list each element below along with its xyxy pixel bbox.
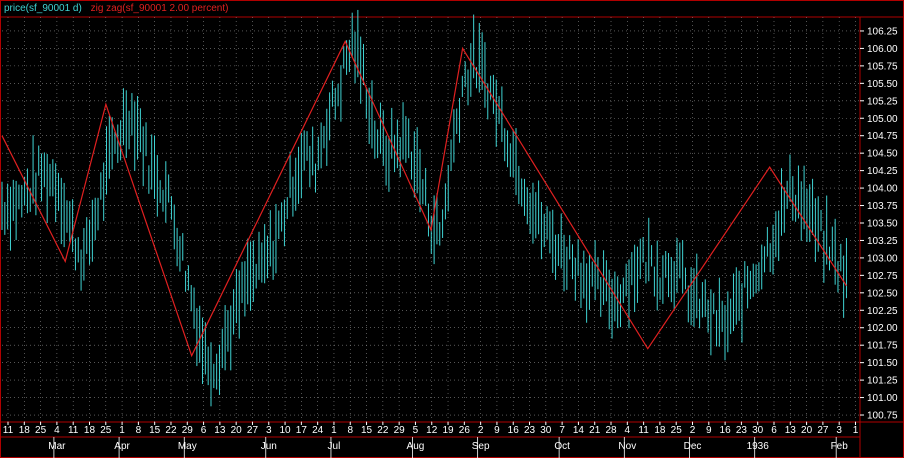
x-tick-label: 30	[540, 425, 552, 436]
x-tick-label: 26	[459, 425, 471, 436]
y-tick-label: 102.00	[867, 323, 898, 334]
x-tick-label: 13	[214, 425, 226, 436]
x-tick-label: 4	[625, 425, 631, 436]
x-tick-label: 3	[266, 425, 272, 436]
y-tick-label: 101.50	[867, 358, 898, 369]
month-label: Aug	[407, 441, 425, 452]
x-tick-label: 5	[413, 425, 419, 436]
x-tick-label: 16	[508, 425, 520, 436]
month-label: Apr	[114, 441, 130, 452]
x-tick-label: 13	[785, 425, 797, 436]
x-tick-label: 6	[771, 425, 777, 436]
y-tick-label: 102.50	[867, 288, 898, 299]
x-tick-label: 1	[119, 425, 125, 436]
x-tick-label: 29	[182, 425, 194, 436]
y-tick-label: 103.50	[867, 218, 898, 229]
y-tick-label: 102.25	[867, 306, 898, 317]
x-tick-label: 8	[347, 425, 353, 436]
month-label: Oct	[554, 441, 570, 452]
y-tick-label: 104.25	[867, 166, 898, 177]
x-tick-label: 22	[165, 425, 177, 436]
legend-price: price(sf_90001 d)	[4, 3, 82, 14]
month-label: 1936	[747, 441, 770, 452]
x-tick-label: 18	[654, 425, 666, 436]
legend-zigzag: zig zag(sf_90001 2.00 percent)	[90, 3, 229, 14]
y-tick-label: 101.75	[867, 341, 898, 352]
x-tick-label: 11	[638, 425, 649, 436]
y-tick-label: 104.75	[867, 131, 898, 142]
y-tick-label: 106.00	[867, 44, 898, 55]
month-label: Nov	[618, 441, 636, 452]
y-tick-label: 101.25	[867, 376, 898, 387]
x-tick-label: 14	[573, 425, 585, 436]
x-tick-label: 20	[801, 425, 813, 436]
y-tick-label: 104.50	[867, 149, 898, 160]
y-tick-label: 105.75	[867, 61, 898, 72]
x-tick-label: 3	[836, 425, 842, 436]
x-tick-label: 15	[149, 425, 161, 436]
x-tick-label: 8	[136, 425, 142, 436]
month-label: Sep	[472, 441, 490, 452]
x-tick-label: 18	[84, 425, 96, 436]
x-tick-label: 12	[426, 425, 438, 436]
x-tick-label: 28	[605, 425, 617, 436]
x-tick-label: 19	[442, 425, 454, 436]
x-tick-label: 11	[3, 425, 14, 436]
x-tick-label: 27	[817, 425, 829, 436]
x-tick-label: 22	[377, 425, 389, 436]
x-tick-label: 6	[201, 425, 207, 436]
x-tick-label: 25	[35, 425, 47, 436]
x-tick-label: 7	[559, 425, 565, 436]
x-tick-label: 21	[589, 425, 601, 436]
y-tick-label: 103.75	[867, 201, 898, 212]
x-tick-label: 24	[312, 425, 324, 436]
x-tick-label: 16	[720, 425, 732, 436]
month-label: Jul	[328, 441, 341, 452]
month-label: Feb	[831, 441, 849, 452]
month-label: Mar	[48, 441, 66, 452]
legend: price(sf_90001 d) zig zag(sf_90001 2.00 …	[4, 3, 228, 14]
month-label: Dec	[684, 441, 702, 452]
x-tick-label: 20	[231, 425, 243, 436]
x-tick-label: 2	[690, 425, 696, 436]
x-tick-label: 4	[54, 425, 60, 436]
month-label: May	[178, 441, 197, 452]
x-tick-label: 9	[494, 425, 500, 436]
x-tick-label: 30	[752, 425, 764, 436]
y-tick-label: 100.75	[867, 411, 898, 422]
x-tick-label: 27	[247, 425, 259, 436]
y-tick-label: 103.00	[867, 253, 898, 264]
x-tick-label: 29	[394, 425, 406, 436]
month-label: Jun	[261, 441, 277, 452]
x-tick-label: 10	[279, 425, 291, 436]
x-tick-label: 17	[296, 425, 308, 436]
y-tick-label: 102.75	[867, 271, 898, 282]
y-tick-label: 105.00	[867, 114, 898, 125]
x-tick-label: 25	[671, 425, 683, 436]
y-tick-label: 105.25	[867, 96, 898, 107]
y-tick-label: 104.00	[867, 184, 898, 195]
x-tick-label: 9	[706, 425, 712, 436]
x-tick-label: 2	[478, 425, 484, 436]
x-tick-label: 18	[19, 425, 31, 436]
x-tick-label: 1	[853, 425, 859, 436]
chart-window: 106.25 106.00 105.75 105.50 105.25 105.00 104.…	[0, 0, 904, 458]
x-tick-label: 15	[361, 425, 373, 436]
x-tick-label: 11	[68, 425, 79, 436]
y-tick-label: 103.25	[867, 236, 898, 247]
x-tick-label: 1	[331, 425, 337, 436]
x-tick-label: 23	[736, 425, 748, 436]
x-tick-label: 23	[524, 425, 536, 436]
x-tick-label: 25	[100, 425, 112, 436]
outer-frame	[0, 0, 904, 458]
price-chart: 106.25 106.00 105.75 105.50 105.25 105.00 104.…	[0, 0, 904, 458]
y-tick-label: 101.00	[867, 393, 898, 404]
y-tick-label: 106.25	[867, 26, 898, 37]
y-tick-label: 105.50	[867, 79, 898, 90]
